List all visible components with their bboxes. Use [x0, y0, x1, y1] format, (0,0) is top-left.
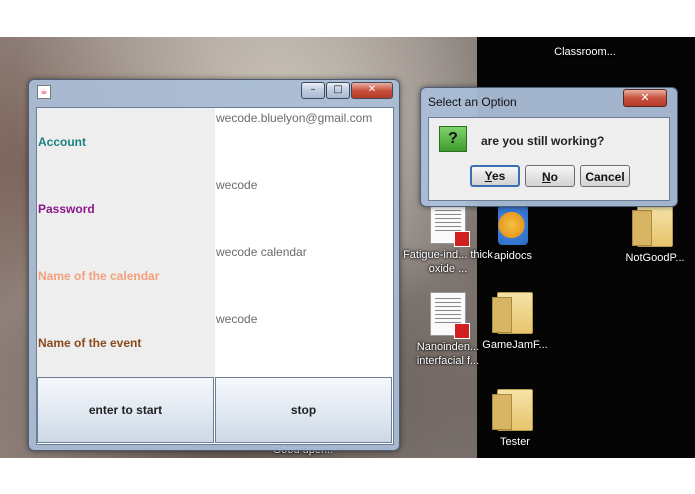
calendar-name-label: Name of the calendar: [38, 269, 160, 283]
close-button[interactable]: ✕: [351, 82, 393, 99]
java-icon: ☕: [37, 85, 51, 99]
desktop-icon-tester[interactable]: Tester: [470, 389, 560, 449]
yes-label-rest: es: [491, 169, 506, 183]
minimize-button[interactable]: –: [301, 82, 325, 99]
stop-button[interactable]: stop: [215, 377, 392, 443]
yes-button[interactable]: Yes: [470, 165, 520, 187]
pdf-file-icon: [430, 292, 470, 339]
event-name-label: Name of the event: [38, 336, 142, 350]
cancel-button[interactable]: Cancel: [580, 165, 630, 187]
dialog-title: Select an Option: [428, 95, 517, 109]
desktop-icon-label: Tester: [500, 436, 530, 448]
folder-icon: [632, 205, 673, 247]
main-window-titlebar[interactable]: ☕ – □ ✕: [29, 80, 399, 102]
folder-icon: [492, 389, 533, 431]
question-icon: ?: [439, 126, 467, 152]
dialog-close-button[interactable]: ✕: [623, 89, 667, 107]
folder-icon: [492, 292, 533, 334]
desktop-icon-label: Classroom...: [554, 46, 616, 58]
enter-to-start-button[interactable]: enter to start: [37, 377, 214, 443]
main-window: ☕ – □ ✕ Account Password Name of the cal…: [28, 79, 400, 451]
desktop-icon-label: NotGoodP...: [625, 252, 685, 264]
dialog-content: ? are you still working? Yes No Cancel: [428, 117, 670, 201]
no-mnemonic: N: [541, 170, 551, 184]
labels-column: Account Password Name of the calendar Na…: [37, 108, 215, 377]
password-field[interactable]: wecode: [216, 178, 257, 192]
desktop-icon-gamejamf[interactable]: GameJamF...: [470, 292, 560, 352]
maximize-button[interactable]: □: [326, 82, 350, 99]
dialog-message: are you still working?: [481, 134, 605, 148]
password-label: Password: [38, 202, 95, 216]
desktop-icon-classroom[interactable]: Classroom...: [540, 45, 630, 59]
html-file-icon: [498, 205, 528, 245]
no-button[interactable]: No: [525, 165, 575, 187]
yes-mnemonic: Y: [484, 169, 492, 183]
desktop-icon-notgoodp[interactable]: NotGoodP...: [610, 205, 695, 265]
desktop-icon-label: apidocs: [494, 250, 532, 262]
desktop-icon-label: GameJamF...: [482, 339, 548, 351]
calendar-name-field[interactable]: wecode calendar: [216, 245, 307, 259]
account-field[interactable]: wecode.bluelyon@gmail.com: [216, 111, 372, 125]
event-name-field[interactable]: wecode: [216, 312, 257, 326]
no-label-rest: o: [550, 170, 558, 184]
desktop-icon-apidocs[interactable]: apidocs: [468, 205, 558, 263]
main-window-content: Account Password Name of the calendar Na…: [36, 107, 394, 445]
select-option-dialog: Select an Option ✕ ? are you still worki…: [420, 87, 678, 207]
values-column: wecode.bluelyon@gmail.com wecode wecode …: [215, 108, 393, 377]
account-label: Account: [38, 135, 86, 149]
